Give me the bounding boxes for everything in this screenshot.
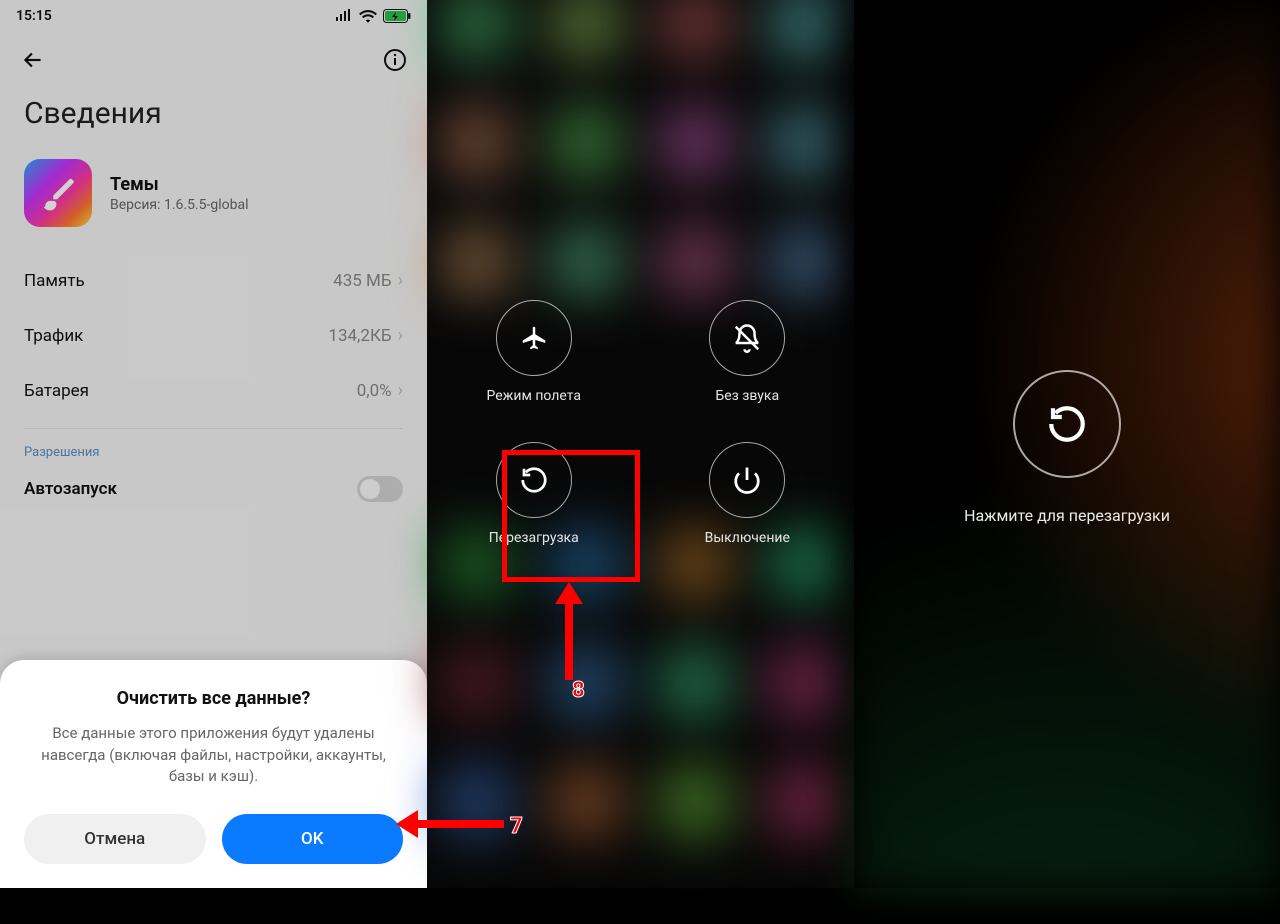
silent-mode-button[interactable]: Без звука [709, 300, 785, 404]
power-menu: Режим полета Без звука Перезагрузка Выкл… [427, 300, 854, 546]
reboot-hint: Нажмите для перезагрузки [964, 506, 1170, 525]
info-button[interactable] [383, 48, 407, 72]
row-traffic-label: Трафик [24, 326, 83, 346]
clear-data-dialog: Очистить все данные? Все данные этого пр… [0, 660, 427, 888]
silent-mode-label: Без звука [715, 388, 779, 404]
airplane-mode-button[interactable]: Режим полета [487, 300, 581, 404]
autostart-toggle[interactable] [357, 476, 403, 502]
reboot-confirm-screen: Нажмите для перезагрузки [854, 0, 1280, 888]
row-battery-label: Батарея [24, 381, 89, 401]
app-info-screen: 15:15 Сведения Темы Версия: 1.6.5.5-glob… [0, 0, 427, 888]
reboot-confirm-button[interactable] [1013, 370, 1121, 478]
app-icon [24, 159, 92, 227]
power-off-label: Выключение [705, 530, 790, 546]
annotation-step-8: 8 [572, 678, 585, 703]
reboot-icon [1046, 403, 1088, 445]
dialog-body: Все данные этого приложения будут удален… [30, 723, 397, 788]
row-memory[interactable]: Память 435 МБ › [0, 253, 427, 308]
annotation-arrow-8 [555, 582, 583, 680]
signal-icon [335, 9, 353, 23]
power-off-button[interactable]: Выключение [705, 442, 790, 546]
app-header: Темы Версия: 1.6.5.5-global [0, 159, 427, 253]
autostart-label: Автозапуск [24, 479, 117, 499]
wifi-icon [359, 9, 377, 23]
row-traffic[interactable]: Трафик 134,2КБ › [0, 308, 427, 363]
row-memory-value: 435 МБ [333, 271, 391, 291]
row-memory-label: Память [24, 271, 85, 291]
power-menu-screen: Режим полета Без звука Перезагрузка Выкл… [427, 0, 854, 888]
chevron-right-icon: › [398, 325, 403, 346]
annotation-highlight-8 [502, 450, 640, 582]
top-bar [0, 32, 427, 88]
dialog-title: Очистить все данные? [24, 688, 403, 709]
brush-icon [39, 174, 77, 212]
airplane-mode-label: Режим полета [487, 388, 581, 404]
divider [24, 428, 403, 429]
permissions-section-label: Разрешения [0, 445, 427, 466]
ok-button[interactable]: OK [222, 814, 404, 864]
airplane-icon [519, 323, 549, 353]
page-title: Сведения [0, 88, 427, 159]
annotation-arrow-7 [396, 810, 504, 838]
status-icons [335, 9, 411, 23]
chevron-right-icon: › [398, 380, 403, 401]
cancel-button[interactable]: Отмена [24, 814, 206, 864]
app-version: Версия: 1.6.5.5-global [110, 197, 249, 213]
row-traffic-value: 134,2КБ [328, 326, 391, 346]
status-bar: 15:15 [0, 0, 427, 32]
row-autostart[interactable]: Автозапуск [0, 466, 427, 502]
row-battery[interactable]: Батарея 0,0% › [0, 363, 427, 418]
back-button[interactable] [20, 47, 46, 73]
row-battery-value: 0,0% [357, 381, 392, 401]
status-time: 15:15 [16, 8, 52, 24]
battery-charging-icon [383, 9, 411, 23]
chevron-right-icon: › [398, 270, 403, 291]
power-icon [732, 465, 762, 495]
app-name: Темы [110, 174, 249, 195]
annotation-step-7: 7 [510, 814, 523, 839]
bell-off-icon [732, 323, 762, 353]
